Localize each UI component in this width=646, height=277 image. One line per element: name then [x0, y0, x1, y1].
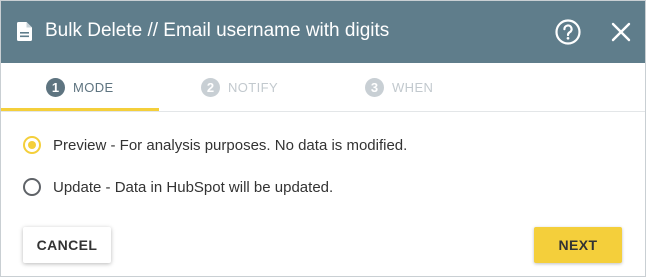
- update-radio[interactable]: [23, 178, 41, 196]
- active-step-indicator: [1, 108, 159, 111]
- step-number: 2: [201, 78, 220, 97]
- document-icon: [17, 22, 32, 41]
- update-option-label: Update - Data in HubSpot will be updated…: [53, 179, 334, 196]
- step-number: 3: [365, 78, 384, 97]
- cancel-button[interactable]: CANCEL: [23, 227, 111, 263]
- step-number: 1: [46, 78, 65, 97]
- close-icon[interactable]: [610, 21, 632, 43]
- bulk-delete-dialog: Bulk Delete // Email username with digit…: [0, 0, 646, 277]
- step-label: MODE: [73, 80, 114, 95]
- help-circle-icon[interactable]: [554, 18, 582, 46]
- preview-option-label: Preview - For analysis purposes. No data…: [53, 137, 408, 154]
- dialog-header: Bulk Delete // Email username with digit…: [1, 1, 645, 63]
- preview-radio[interactable]: [23, 136, 41, 154]
- next-button[interactable]: NEXT: [534, 227, 622, 263]
- stepper: 1 MODE 2 NOTIFY 3 WHEN: [1, 63, 645, 112]
- step-label: NOTIFY: [228, 80, 279, 95]
- dialog-title: Bulk Delete // Email username with digit…: [45, 20, 390, 41]
- step-label: WHEN: [392, 80, 434, 95]
